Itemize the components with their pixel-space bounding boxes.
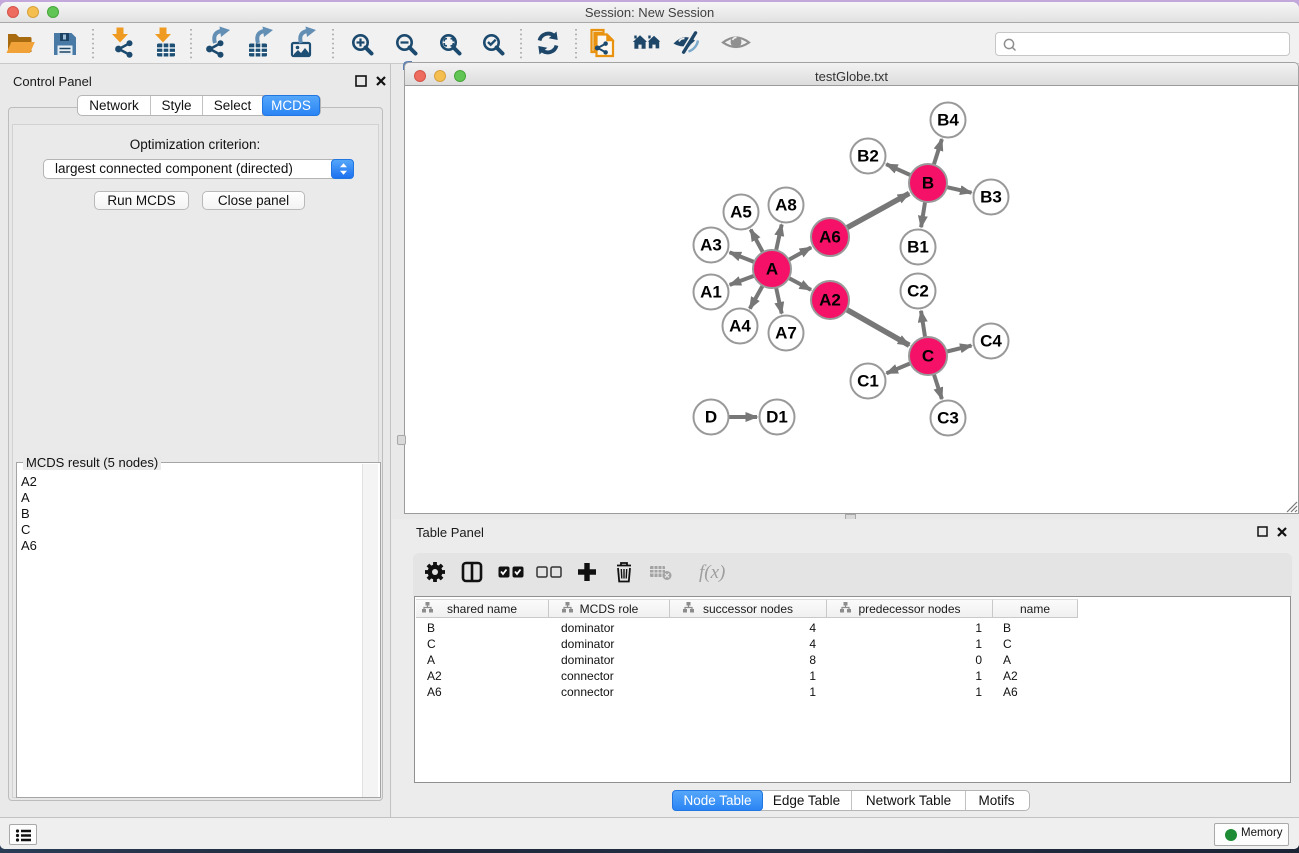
svg-text:A8: A8 — [775, 196, 797, 215]
svg-text:B4: B4 — [937, 111, 959, 130]
svg-text:A2: A2 — [819, 291, 841, 310]
svg-text:C1: C1 — [857, 372, 879, 391]
svg-text:A1: A1 — [700, 283, 722, 302]
svg-text:B3: B3 — [980, 188, 1002, 207]
svg-text:A7: A7 — [775, 324, 797, 343]
svg-text:C4: C4 — [980, 332, 1002, 351]
svg-text:A4: A4 — [729, 317, 751, 336]
svg-text:C3: C3 — [937, 409, 959, 428]
svg-text:D1: D1 — [766, 408, 788, 427]
svg-text:A6: A6 — [819, 228, 841, 247]
svg-text:A: A — [766, 260, 778, 279]
svg-text:B1: B1 — [907, 238, 929, 257]
svg-text:B: B — [922, 174, 934, 193]
svg-text:C2: C2 — [907, 282, 929, 301]
svg-text:A3: A3 — [700, 236, 722, 255]
svg-text:C: C — [922, 347, 934, 366]
svg-text:D: D — [705, 408, 717, 427]
svg-text:f(x): f(x) — [699, 562, 725, 583]
svg-text:A5: A5 — [730, 203, 752, 222]
svg-text:B2: B2 — [857, 147, 879, 166]
